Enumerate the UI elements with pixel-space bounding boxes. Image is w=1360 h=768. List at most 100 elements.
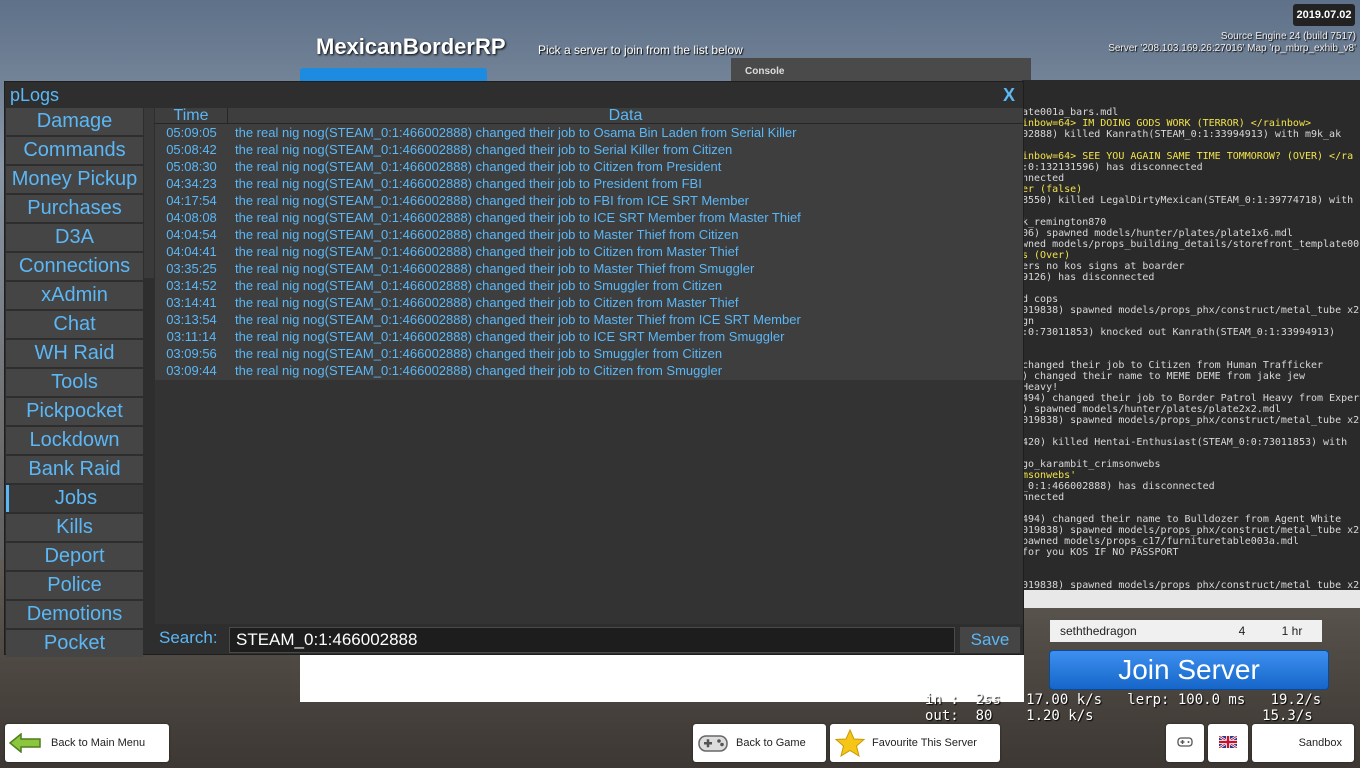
log-table: Time Data 05:09:05 the real nig nog(STEAM… (155, 108, 1023, 380)
sidebar-item-tools[interactable]: Tools (6, 369, 143, 396)
log-row[interactable]: 03:09:56 the real nig nog(STEAM_0:1:46600… (155, 345, 1023, 362)
sidebar-item-chat[interactable]: Chat (6, 311, 143, 338)
console-line: 494) changed their name to Bulldozer fro… (1022, 514, 1342, 525)
log-row[interactable]: 03:09:44 the real nig nog(STEAM_0:1:46600… (155, 362, 1023, 379)
back-to-game-button[interactable]: Back to Game (693, 724, 826, 762)
log-rows: 05:09:05 the real nig nog(STEAM_0:1:46600… (155, 124, 1023, 379)
sidebar-item-money-pickup[interactable]: Money Pickup (6, 166, 143, 193)
sidebar-item-purchases[interactable]: Purchases (6, 195, 143, 222)
sidebar-item-demotions[interactable]: Demotions (6, 601, 143, 628)
language-button[interactable] (1208, 724, 1248, 762)
log-time: 03:13:54 (166, 312, 217, 327)
join-server-button[interactable]: Join Server (1049, 650, 1329, 690)
log-row[interactable]: 04:04:54 the real nig nog(STEAM_0:1:46600… (155, 226, 1023, 243)
console-line: _0:1:466002888) has disconnected (1022, 481, 1215, 492)
favourite-server-label: Favourite This Server (872, 737, 977, 749)
console-line: go_karambit_crimsonwebs (1022, 459, 1161, 470)
log-row[interactable]: 04:17:54 the real nig nog(STEAM_0:1:46600… (155, 192, 1023, 209)
log-time: 04:17:54 (166, 193, 217, 208)
log-data: the real nig nog(STEAM_0:1:466002888) ch… (235, 142, 733, 157)
log-table-header: Time Data (155, 108, 1023, 124)
console-line: Heavy! (1022, 382, 1059, 393)
log-time: 03:35:25 (166, 261, 217, 276)
console-tab[interactable]: Console (731, 58, 1031, 82)
back-to-main-menu-button[interactable]: Back to Main Menu (5, 724, 169, 762)
log-row[interactable]: 05:08:30 the real nig nog(STEAM_0:1:46600… (155, 158, 1023, 175)
console-line: 8550) killed LegalDirtyMexican(STEAM_0:1… (1022, 195, 1354, 206)
log-data: the real nig nog(STEAM_0:1:466002888) ch… (235, 176, 702, 191)
log-data: the real nig nog(STEAM_0:1:466002888) ch… (235, 295, 739, 310)
sidebar-item-deport[interactable]: Deport (6, 543, 143, 570)
log-row[interactable]: 05:09:05 the real nig nog(STEAM_0:1:46600… (155, 124, 1023, 141)
browser-tab[interactable] (300, 68, 487, 82)
column-header-time[interactable]: Time (155, 108, 228, 124)
back-to-game-label: Back to Game (736, 737, 806, 749)
server-address: Server '208.103.169.26:27016' Map 'rp_mb… (1108, 43, 1356, 54)
sidebar-item-police[interactable]: Police (6, 572, 143, 599)
sidebar-item-d3a[interactable]: D3A (6, 224, 143, 251)
plogs-window: pLogs X Damage Commands Money Pickup Purcha… (4, 81, 1024, 657)
log-data: the real nig nog(STEAM_0:1:466002888) ch… (235, 312, 801, 327)
console-line: ) spawned models/hunter/plates/plate2x2.… (1022, 404, 1281, 415)
player-name: seththedragon (1060, 624, 1137, 638)
console-line: :0:132131596) has disconnected (1022, 162, 1203, 173)
log-row[interactable]: 04:08:08 the real nig nog(STEAM_0:1:46600… (155, 209, 1023, 226)
console-line: 494) changed their job to Border Patrol … (1022, 393, 1360, 404)
console-line: 019838) spawned models/props_phx/constru… (1022, 580, 1360, 590)
log-row[interactable]: 03:14:41 the real nig nog(STEAM_0:1:46600… (155, 294, 1023, 311)
sidebar-item-xadmin[interactable]: xAdmin (6, 282, 143, 309)
net-graph: in : 2ss 17.00 k/s lerp: 100.0 ms 19.2/s… (925, 692, 1322, 724)
log-row[interactable]: 04:34:23 the real nig nog(STEAM_0:1:46600… (155, 175, 1023, 192)
sidebar-item-damage[interactable]: Damage (6, 108, 143, 135)
sidebar-item-pickpocket[interactable]: Pickpocket (6, 398, 143, 425)
sidebar-item-kills[interactable]: Kills (6, 514, 143, 541)
log-time: 04:08:08 (166, 210, 217, 225)
log-time: 03:11:14 (166, 329, 217, 344)
console-line: ) changed their name to MEME DEME from j… (1022, 371, 1305, 382)
sidebar-item-connections[interactable]: Connections (6, 253, 143, 280)
sidebar-scrollbar[interactable] (144, 108, 154, 278)
log-row[interactable]: 03:14:52 the real nig nog(STEAM_0:1:46600… (155, 277, 1023, 294)
favourite-server-button[interactable]: Favourite This Server (830, 724, 1000, 762)
log-row[interactable]: 05:08:42 the real nig nog(STEAM_0:1:46600… (155, 141, 1023, 158)
sidebar-item-jobs[interactable]: Jobs (6, 485, 143, 512)
console-line: inbow=64> SEE YOU AGAIN SAME TIME TOMMOR… (1022, 151, 1354, 162)
log-data: the real nig nog(STEAM_0:1:466002888) ch… (235, 244, 739, 259)
search-label: Search: (159, 628, 218, 647)
log-data: the real nig nog(STEAM_0:1:466002888) ch… (235, 125, 797, 140)
console-input-bar[interactable] (1022, 590, 1360, 608)
console-line: k_remington870 (1022, 217, 1107, 228)
player-time: 1 hr (1281, 624, 1303, 638)
log-row[interactable]: 03:13:54 the real nig nog(STEAM_0:1:46600… (155, 311, 1023, 328)
console-line: ate001a_bars.mdl (1022, 107, 1119, 118)
log-row[interactable]: 03:35:25 the real nig nog(STEAM_0:1:46600… (155, 260, 1023, 277)
controller-button[interactable] (1166, 724, 1204, 762)
sidebar-item-lockdown[interactable]: Lockdown (6, 427, 143, 454)
console-line: pawned models/props_c17/furnituretable00… (1022, 536, 1299, 547)
log-row[interactable]: 03:11:14 the real nig nog(STEAM_0:1:46600… (155, 328, 1023, 345)
console-line: 019838) spawned models/props_phx/constru… (1022, 525, 1360, 536)
log-time: 04:04:54 (166, 227, 217, 242)
plogs-category-list: Damage Commands Money Pickup Purchases D3A Co… (6, 108, 143, 657)
player-row[interactable]: seththedragon 4 1 hr (1050, 620, 1322, 642)
log-table-empty-area (155, 380, 1023, 624)
search-input[interactable] (229, 627, 955, 653)
gamemode-button[interactable]: Sandbox (1252, 724, 1354, 762)
save-button[interactable]: Save (960, 627, 1020, 653)
log-time: 03:14:52 (166, 278, 217, 293)
server-info-panel (300, 654, 1024, 702)
star-icon (830, 724, 870, 762)
log-row[interactable]: 04:04:41 the real nig nog(STEAM_0:1:46600… (155, 243, 1023, 260)
sidebar-item-pocket[interactable]: Pocket (6, 630, 143, 657)
console-line: er (false) (1022, 184, 1083, 195)
sidebar-item-wh-raid[interactable]: WH Raid (6, 340, 143, 367)
sidebar-item-bank-raid[interactable]: Bank Raid (6, 456, 143, 483)
close-button[interactable]: X (1003, 85, 1015, 106)
column-header-data[interactable]: Data (228, 108, 1023, 124)
sidebar-item-commands[interactable]: Commands (6, 137, 143, 164)
gamemode-label: Sandbox (1298, 737, 1342, 749)
